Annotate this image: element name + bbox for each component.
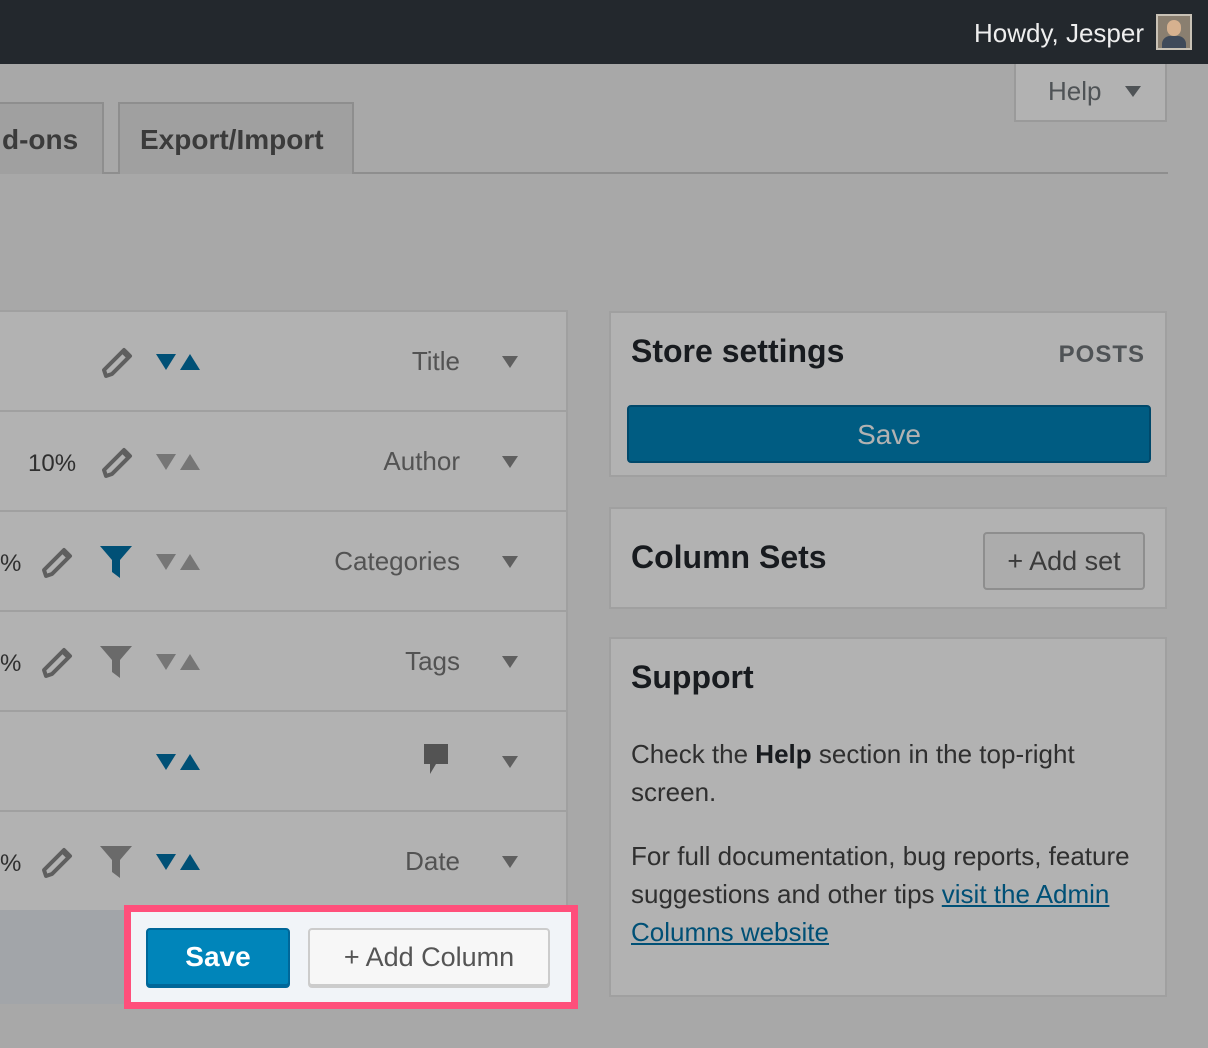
sort-icon[interactable] bbox=[156, 752, 200, 772]
sort-icon[interactable] bbox=[156, 652, 200, 672]
column-width: 10% bbox=[28, 450, 77, 477]
column-row-categories[interactable]: % Categories bbox=[0, 512, 568, 612]
tab-add-ons[interactable]: d-ons bbox=[0, 102, 104, 174]
filter-icon[interactable] bbox=[100, 844, 132, 880]
post-type-label: POSTS bbox=[1058, 341, 1145, 368]
dropdown-caret-icon[interactable] bbox=[502, 356, 518, 368]
sort-icon[interactable] bbox=[156, 452, 200, 472]
user-greeting[interactable]: Howdy, Jesper bbox=[974, 18, 1144, 49]
column-row-title[interactable]: Title bbox=[0, 312, 568, 412]
support-help-text: Check the Help section in the top-right … bbox=[631, 739, 1075, 807]
pencil-icon[interactable] bbox=[98, 344, 134, 380]
dropdown-caret-icon[interactable] bbox=[502, 456, 518, 468]
column-list: Title 10% Author % Categories % Tags % D… bbox=[0, 310, 568, 1004]
pencil-icon[interactable] bbox=[98, 444, 134, 480]
store-settings-title: Store settings bbox=[631, 333, 845, 369]
help-tab-label: Help bbox=[1048, 76, 1102, 106]
add-column-button[interactable]: + Add Column bbox=[308, 928, 550, 986]
pencil-icon[interactable] bbox=[38, 644, 74, 680]
save-button[interactable]: Save bbox=[146, 928, 290, 986]
column-sets-box: Column Sets + Add set bbox=[609, 507, 1167, 609]
dropdown-caret-icon[interactable] bbox=[502, 556, 518, 568]
sort-icon[interactable] bbox=[156, 352, 200, 372]
column-label: Title bbox=[411, 346, 460, 376]
column-label: Tags bbox=[405, 646, 460, 676]
dropdown-caret-icon[interactable] bbox=[502, 756, 518, 768]
chevron-down-icon bbox=[1125, 86, 1141, 97]
dropdown-caret-icon[interactable] bbox=[502, 856, 518, 868]
store-save-button[interactable]: Save bbox=[627, 405, 1151, 463]
store-settings-box: Store settings POSTS Save bbox=[609, 311, 1167, 477]
support-box: Support Check the Help section in the to… bbox=[609, 637, 1167, 997]
help-tab-button[interactable]: Help bbox=[1014, 64, 1167, 122]
admin-bar: Howdy, Jesper bbox=[0, 0, 1208, 64]
column-row-tags[interactable]: % Tags bbox=[0, 612, 568, 712]
add-set-button[interactable]: + Add set bbox=[983, 532, 1145, 590]
column-width: % bbox=[0, 850, 22, 877]
column-row-date[interactable]: % Date bbox=[0, 812, 568, 912]
filter-icon[interactable] bbox=[100, 544, 132, 580]
tab-export-import[interactable]: Export/Import bbox=[118, 102, 354, 174]
user-avatar[interactable] bbox=[1156, 14, 1192, 50]
pencil-icon[interactable] bbox=[38, 844, 74, 880]
column-label: Author bbox=[383, 446, 460, 476]
column-label: Categories bbox=[334, 546, 460, 576]
column-width: % bbox=[0, 550, 22, 577]
column-sets-title: Column Sets bbox=[631, 539, 827, 575]
filter-icon[interactable] bbox=[100, 644, 132, 680]
support-title: Support bbox=[631, 659, 754, 695]
column-width: % bbox=[0, 650, 22, 677]
sort-icon[interactable] bbox=[156, 852, 200, 872]
dropdown-caret-icon[interactable] bbox=[502, 656, 518, 668]
column-label: Date bbox=[405, 846, 460, 876]
column-row-comments[interactable] bbox=[0, 712, 568, 812]
support-docs-text: For full documentation, bug reports, fea… bbox=[631, 841, 1130, 947]
column-row-author[interactable]: 10% Author bbox=[0, 412, 568, 512]
pencil-icon[interactable] bbox=[38, 544, 74, 580]
comment-icon bbox=[424, 744, 448, 774]
sort-icon[interactable] bbox=[156, 552, 200, 572]
